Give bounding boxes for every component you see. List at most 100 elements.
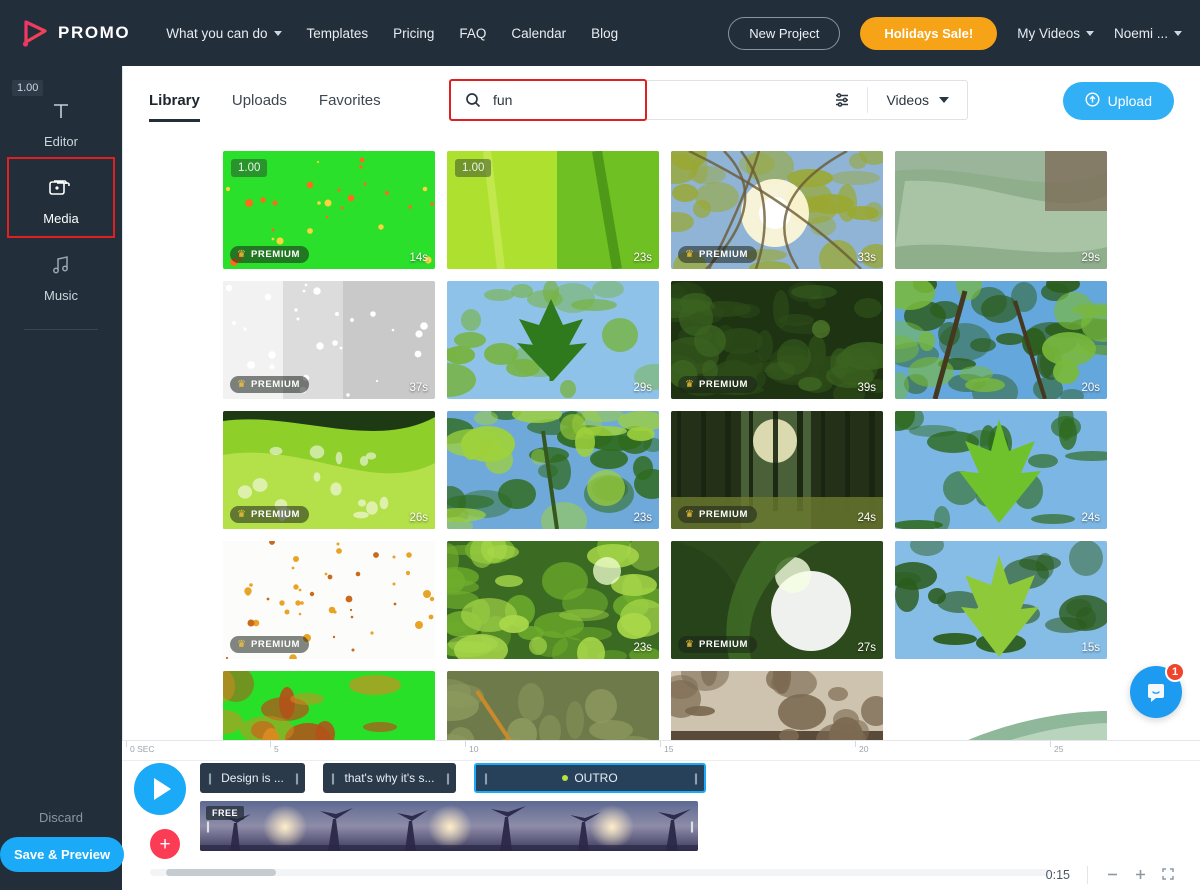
play-button[interactable]	[134, 763, 186, 815]
media-card[interactable]: 1.00 ♛ PREMIUM 14s	[223, 151, 435, 269]
media-library-panel: Library Uploads Favorites fun Videos Upl…	[122, 66, 1200, 740]
nav-links: What you can do Templates Pricing FAQ Ca…	[166, 26, 618, 41]
nav-templates[interactable]: Templates	[307, 26, 369, 41]
clip-handle-left-icon[interactable]: ||	[202, 801, 212, 851]
media-card[interactable]: 29s	[447, 281, 659, 399]
my-videos-menu[interactable]: My Videos	[1017, 26, 1094, 41]
media-thumbnail	[895, 541, 1107, 659]
media-thumbnail	[895, 411, 1107, 529]
media-type-value: Videos	[886, 92, 929, 108]
holidays-sale-button[interactable]: Holidays Sale!	[860, 16, 998, 50]
nav-faq[interactable]: FAQ	[459, 26, 486, 41]
save-preview-button[interactable]: Save & Preview	[0, 837, 125, 872]
upload-circle-icon	[1085, 92, 1100, 110]
media-card[interactable]	[895, 671, 1107, 740]
clip-handle-left-icon[interactable]: ||	[203, 763, 215, 793]
media-card[interactable]	[223, 671, 435, 740]
ruler-tick: 25	[1049, 741, 1064, 754]
premium-label: PREMIUM	[698, 509, 749, 520]
media-duration: 20s	[1081, 382, 1100, 394]
text-clip-2[interactable]: || that's why it's s... ||	[323, 763, 456, 793]
ruler-tick: 0 SEC	[126, 741, 155, 754]
media-thumbnail	[447, 541, 659, 659]
sidebar-label-editor: Editor	[44, 134, 78, 149]
chat-widget-button[interactable]: 1	[1130, 662, 1185, 718]
clip-handle-right-icon[interactable]: ||	[290, 763, 302, 793]
clip-handle-right-icon[interactable]: ||	[686, 801, 696, 851]
video-track-clip[interactable]: FREE || ||	[200, 801, 698, 851]
account-menu[interactable]: Noemi ...	[1114, 26, 1182, 41]
crown-icon: ♛	[237, 378, 246, 390]
clip-handle-left-icon[interactable]: ||	[479, 765, 491, 791]
tab-library[interactable]: Library	[149, 66, 200, 134]
sidebar-item-editor[interactable]: Editor	[9, 82, 113, 159]
premium-badge: ♛ PREMIUM	[678, 376, 758, 393]
media-thumbnail	[895, 151, 1107, 269]
zoom-out-button[interactable]	[1102, 864, 1122, 884]
media-card[interactable]: ♛ PREMIUM 27s	[671, 541, 883, 659]
chevron-down-icon	[273, 30, 282, 36]
timeline-controls: +	[134, 763, 196, 859]
nav-what-you-can-do[interactable]: What you can do	[166, 26, 282, 41]
timeline-footer: 0:15	[122, 858, 1200, 890]
search-input[interactable]	[493, 92, 793, 108]
new-project-button[interactable]: New Project	[728, 16, 841, 50]
search-bar: Videos	[450, 80, 968, 120]
media-card[interactable]: 15s	[895, 541, 1107, 659]
text-clip-3-outro[interactable]: || OUTRO ||	[474, 763, 706, 793]
sliders-filter-icon[interactable]	[833, 91, 851, 109]
media-card[interactable]: 23s	[447, 541, 659, 659]
library-tabs: Library Uploads Favorites	[149, 66, 381, 134]
brand-logo[interactable]: PROMO	[22, 19, 130, 47]
media-card[interactable]: ♛ PREMIUM 26s	[223, 411, 435, 529]
media-type-select[interactable]: Videos	[868, 92, 967, 108]
palm-sunset-thumbnail	[200, 801, 698, 851]
discard-button[interactable]: Discard	[0, 810, 122, 825]
add-clip-button[interactable]: +	[150, 829, 180, 859]
media-duration: 23s	[633, 512, 652, 524]
fit-screen-button[interactable]	[1158, 864, 1178, 884]
media-duration: 23s	[633, 252, 652, 264]
premium-label: PREMIUM	[698, 379, 749, 390]
sidebar-label-music: Music	[44, 288, 78, 303]
timeline-scrollbar-thumb[interactable]	[166, 869, 276, 876]
premium-label: PREMIUM	[250, 379, 301, 390]
media-card[interactable]: 20s	[895, 281, 1107, 399]
crown-icon: ♛	[685, 378, 694, 390]
ruler-tick: 10	[464, 741, 479, 754]
media-duration: 33s	[857, 252, 876, 264]
clip-handle-right-icon[interactable]: ||	[689, 765, 701, 791]
nav-pricing[interactable]: Pricing	[393, 26, 434, 41]
text-clip-1[interactable]: || Design is ... ||	[200, 763, 305, 793]
media-card[interactable]: ♛ PREMIUM	[223, 541, 435, 659]
media-card[interactable]: 29s	[895, 151, 1107, 269]
media-card[interactable]	[447, 671, 659, 740]
sidebar-item-media[interactable]: Media	[7, 157, 115, 238]
timeline-scrollbar-track[interactable]	[150, 869, 1050, 876]
chevron-down-icon	[1085, 30, 1094, 36]
tab-favorites[interactable]: Favorites	[319, 66, 381, 134]
media-card[interactable]: ♛ PREMIUM 33s	[671, 151, 883, 269]
media-thumbnail	[671, 671, 883, 740]
media-card[interactable]	[671, 671, 883, 740]
top-navigation-bar: PROMO What you can do Templates Pricing …	[0, 0, 1200, 66]
nav-calendar[interactable]: Calendar	[511, 26, 566, 41]
media-card[interactable]: ♛ PREMIUM 37s	[223, 281, 435, 399]
media-card[interactable]: 23s	[447, 411, 659, 529]
tab-uploads[interactable]: Uploads	[232, 66, 287, 134]
premium-label: PREMIUM	[250, 639, 301, 650]
media-card[interactable]: 24s	[895, 411, 1107, 529]
media-card[interactable]: 1.00 23s	[447, 151, 659, 269]
zoom-in-button[interactable]	[1130, 864, 1150, 884]
crown-icon: ♛	[237, 508, 246, 520]
sidebar-item-music[interactable]: Music	[9, 236, 113, 313]
clip-marker-dot-icon	[562, 775, 569, 781]
media-card[interactable]: ♛ PREMIUM 39s	[671, 281, 883, 399]
clip-handle-left-icon[interactable]: ||	[326, 763, 338, 793]
clip-handle-right-icon[interactable]: ||	[441, 763, 453, 793]
nav-blog[interactable]: Blog	[591, 26, 618, 41]
media-card[interactable]: ♛ PREMIUM 24s	[671, 411, 883, 529]
text-clip-label: that's why it's s...	[344, 771, 435, 785]
chat-bubble-icon	[1148, 684, 1164, 702]
upload-button[interactable]: Upload	[1062, 82, 1174, 120]
